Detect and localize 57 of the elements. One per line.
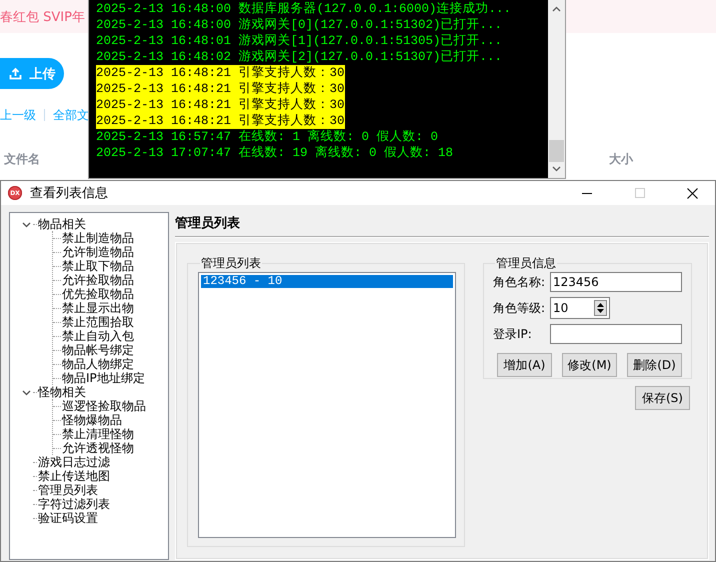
spin-arrows-icon[interactable]	[594, 300, 607, 316]
section-title: 管理员列表	[175, 212, 709, 238]
tree-item[interactable]: 允许制造物品	[62, 245, 134, 259]
field-label: 角色等级:	[493, 300, 546, 316]
admin-listbox[interactable]: 123456 - 10	[198, 272, 456, 538]
close-icon	[687, 188, 698, 198]
field-label: 角色名称:	[493, 274, 546, 290]
tree-item[interactable]: 优先捡取物品	[62, 287, 134, 301]
action-button[interactable]: 删除(D)	[627, 353, 682, 377]
tree-item[interactable]: 允许捡取物品	[62, 273, 134, 287]
tree-item[interactable]: 物品人物绑定	[62, 357, 134, 371]
tree-item[interactable]: 允许透视怪物	[62, 441, 134, 455]
group-title: 管理员信息	[495, 255, 557, 272]
window-title: 查看列表信息	[30, 185, 109, 202]
tree-item[interactable]: 怪物相关	[38, 385, 86, 399]
tree-item[interactable]: 怪物爆物品	[62, 413, 122, 427]
tree-item[interactable]: 管理员列表	[38, 483, 98, 497]
log-line: 2025-2-13 16:48:00 游戏网关[0](127.0.0.1:51302)已打开...	[96, 17, 502, 33]
minimize-icon	[582, 192, 592, 194]
group-title: 管理员列表	[200, 255, 262, 272]
log-line: 2025-2-13 16:48:00 数据库服务器(127.0.0.1:6000)连接成功...	[96, 1, 512, 17]
tree-item[interactable]: 物品IP地址绑定	[62, 371, 145, 385]
scroll-thumb[interactable]	[549, 140, 564, 162]
log-line: 2025-2-13 16:48:01 游戏网关[1](127.0.0.1:51305)已打开...	[96, 33, 502, 49]
tree-item[interactable]: 游戏日志过滤	[38, 455, 110, 469]
scroll-up-icon	[552, 6, 561, 12]
tree-item[interactable]: 验证码设置	[38, 511, 98, 525]
column-header: 大小	[609, 151, 633, 168]
tree-item[interactable]: 禁止清理怪物	[62, 427, 134, 441]
upload-icon	[8, 67, 22, 80]
tree-item[interactable]: 物品帐号绑定	[62, 343, 134, 357]
text-field[interactable]: 123456	[550, 272, 682, 292]
tree-item[interactable]: 禁止制造物品	[62, 231, 134, 245]
log-line: 2025-2-13 16:57:47 在线数: 1 离线数: 0 假人数: 0	[96, 129, 438, 145]
list-item[interactable]: 123456 - 10	[201, 275, 453, 288]
save-button[interactable]: 保存(S)	[635, 386, 690, 410]
scroll-down-icon	[552, 166, 561, 172]
tree-item[interactable]: 禁止显示出物	[62, 301, 134, 315]
column-header: 文件名	[4, 151, 40, 168]
tree-item[interactable]: 物品相关	[38, 217, 86, 231]
log-line: 2025-2-13 16:48:02 游戏网关[2](127.0.0.1:51307)已打开...	[96, 49, 502, 65]
spin-field[interactable]: 10	[550, 297, 610, 319]
action-button[interactable]: 修改(M)	[562, 353, 617, 377]
tree-item[interactable]: 禁止自动入包	[62, 329, 134, 343]
tree-item[interactable]: 字符过滤列表	[38, 497, 110, 511]
tree-item[interactable]: 禁止传送地图	[38, 469, 110, 483]
log-line: 2025-2-13 17:07:47 在线数: 19 离线数: 0 假人数: 18	[96, 145, 454, 161]
action-button[interactable]: 增加(A)	[497, 353, 552, 377]
chevron-icon[interactable]	[22, 220, 31, 228]
text-field[interactable]	[550, 324, 682, 344]
maximize-icon	[634, 188, 644, 198]
tree-item[interactable]: 禁止取下物品	[62, 259, 134, 273]
chevron-icon[interactable]	[22, 388, 31, 396]
tree-item[interactable]: 巡逻怪捡取物品	[62, 399, 146, 413]
tree-item[interactable]: 禁止范围拾取	[62, 315, 134, 329]
field-label: 登录IP:	[493, 326, 533, 342]
scrollbar[interactable]	[548, 0, 565, 178]
